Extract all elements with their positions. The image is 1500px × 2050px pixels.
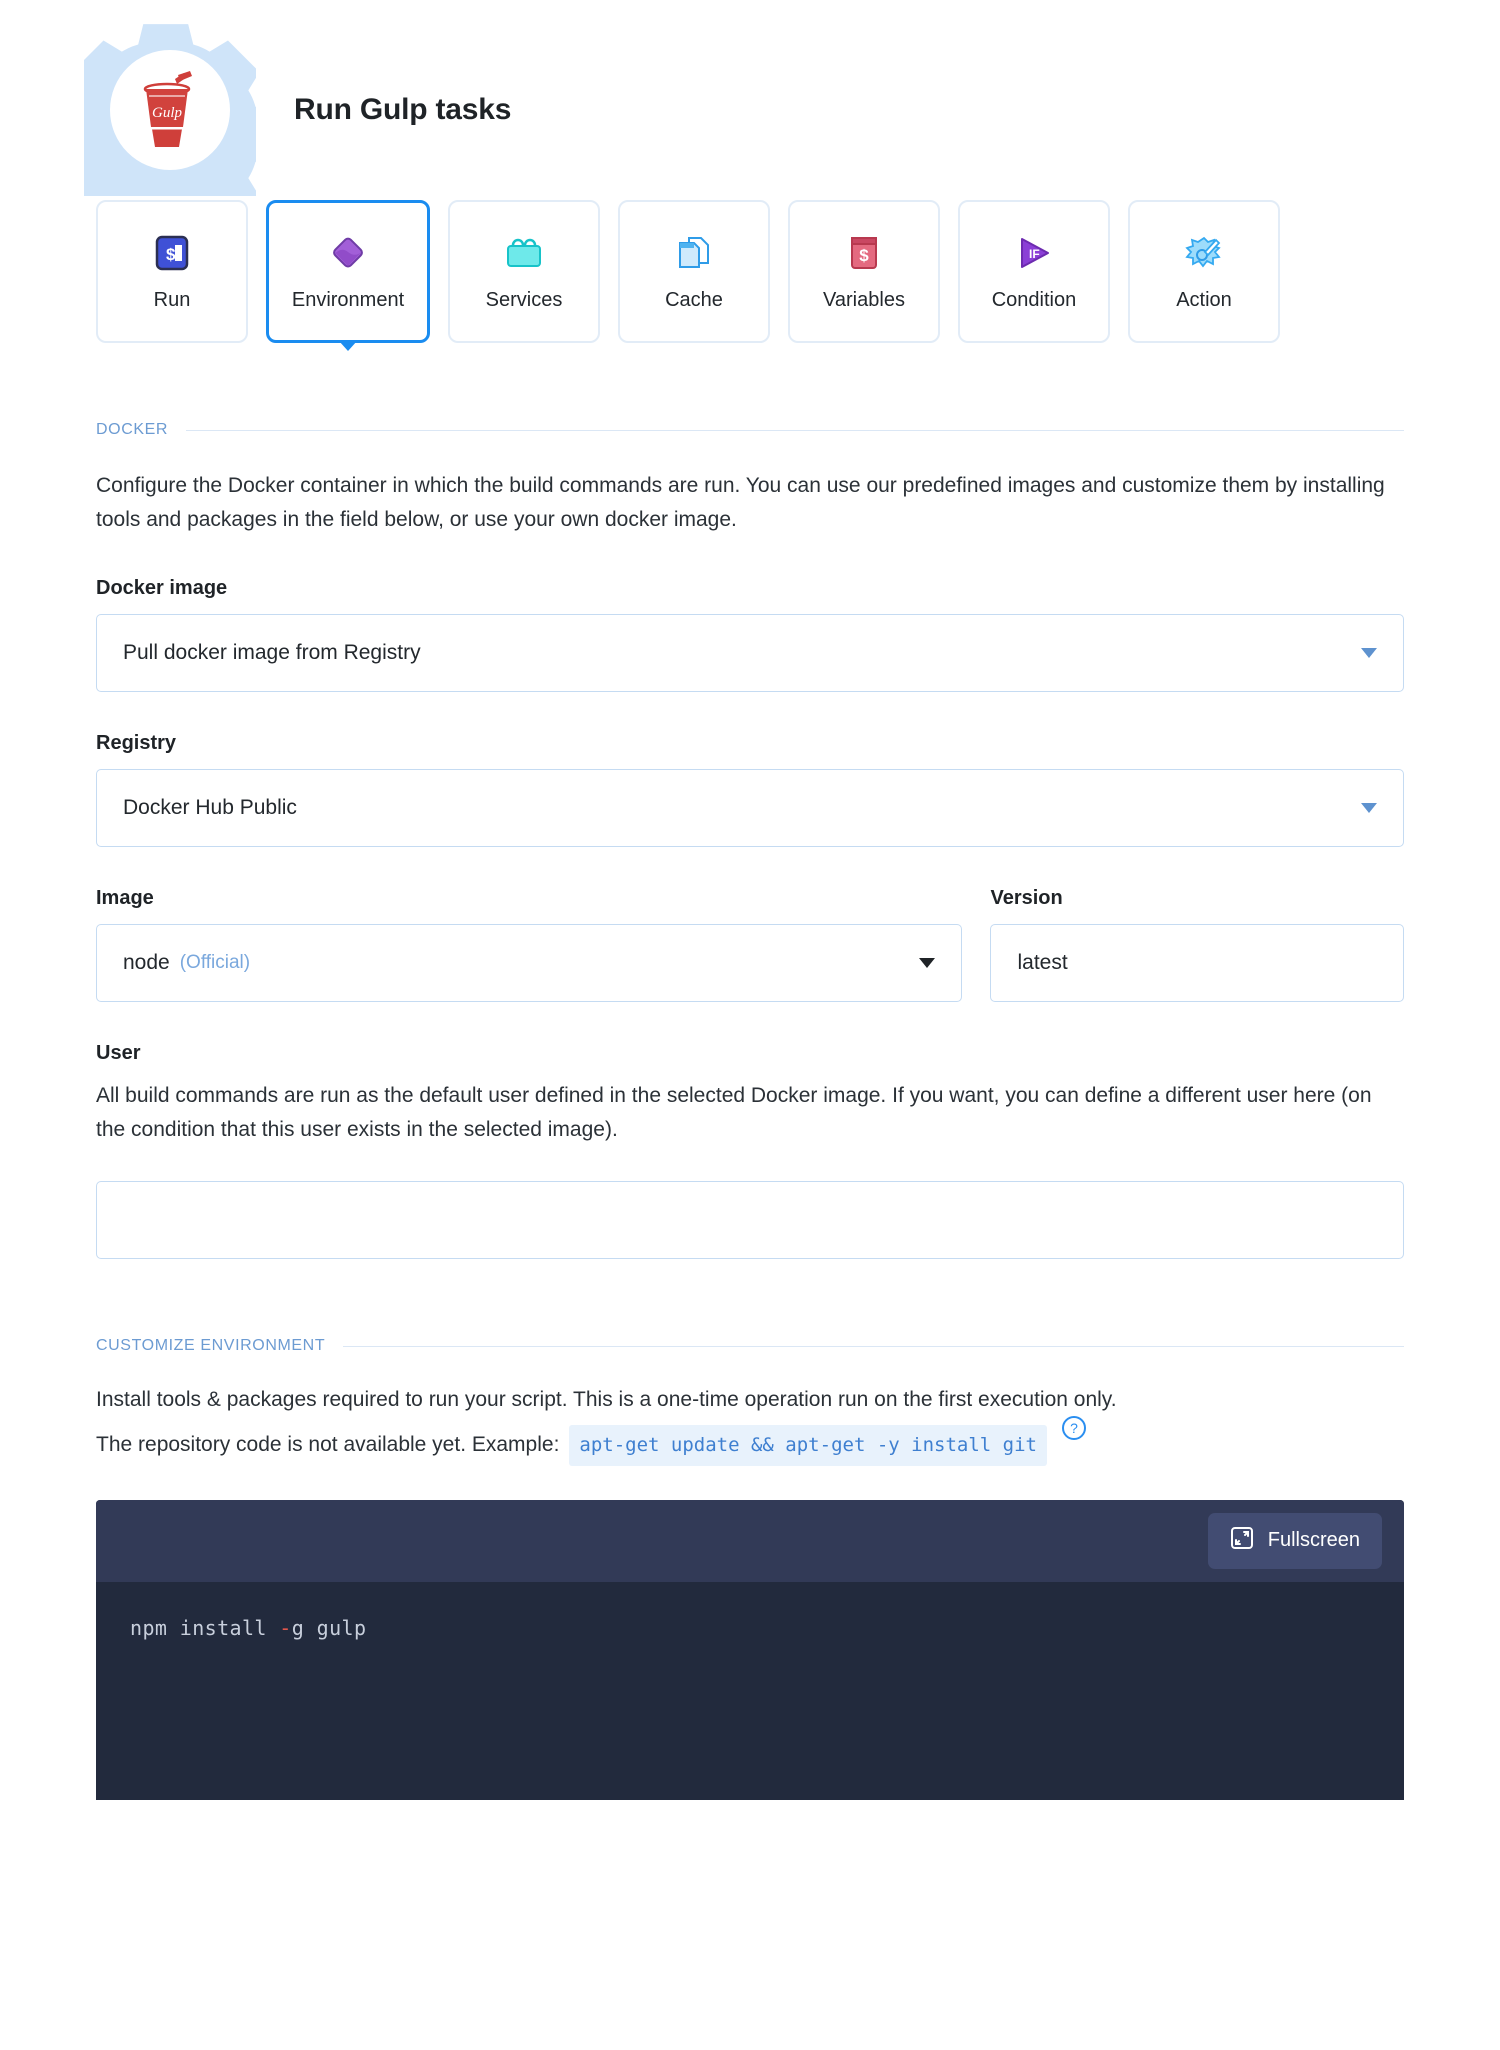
tab-label: Services: [485, 289, 563, 311]
version-input[interactable]: latest: [990, 924, 1404, 1003]
docker-description: Configure the Docker container in which …: [96, 474, 1385, 532]
user-label: User: [96, 1042, 141, 1065]
customize-script-editor[interactable]: Fullscreen npm install -g gulp: [96, 1499, 1404, 1800]
image-field-group: Image node (Official): [96, 847, 963, 1003]
section-divider: [186, 429, 1404, 431]
tab-label: Condition: [991, 289, 1077, 311]
settings-tabs: $ Run Environment Services Cache $ Varia…: [0, 200, 1500, 351]
tab-run[interactable]: $ Run: [96, 200, 248, 343]
image-label: Image: [96, 887, 154, 910]
code-dash: -: [279, 1615, 292, 1640]
chevron-down-icon: [919, 958, 936, 969]
customize-section-title: CUSTOMIZE ENVIRONMENT: [96, 1337, 326, 1355]
active-tab-pointer: [339, 341, 357, 351]
docker-image-select[interactable]: Pull docker image from Registry: [96, 614, 1404, 693]
fullscreen-expand-icon: [1230, 1526, 1254, 1556]
cache-file-icon: [672, 231, 716, 275]
registry-select[interactable]: Docker Hub Public: [96, 769, 1404, 848]
docker-image-value: Pull docker image from Registry: [123, 641, 421, 665]
fullscreen-button[interactable]: Fullscreen: [1207, 1512, 1382, 1569]
chevron-down-icon: [1361, 803, 1377, 814]
tab-condition[interactable]: IF Condition: [958, 200, 1110, 343]
user-description: All build commands are run as the defaul…: [96, 1084, 1372, 1142]
chevron-down-icon: [1361, 648, 1377, 659]
image-official-badge: (Official): [179, 952, 251, 974]
user-input[interactable]: [96, 1181, 1404, 1260]
image-select[interactable]: node (Official): [96, 924, 963, 1003]
image-value: node: [123, 951, 170, 975]
gulp-logo-badge: Gulp: [84, 24, 256, 196]
tab-services[interactable]: Services: [448, 200, 600, 343]
environment-settings-page: Gulp Run Gulp tasks $ Run Environment Se…: [0, 0, 1500, 1800]
purple-diamond-icon: [326, 231, 370, 275]
svg-text:$: $: [166, 245, 176, 264]
tab-variables[interactable]: $ Variables: [788, 200, 940, 343]
image-version-row: Image node (Official) Version latest: [96, 847, 1404, 1003]
terminal-dollar-icon: $: [150, 231, 194, 275]
svg-text:Gulp: Gulp: [152, 105, 183, 121]
page-header: Gulp Run Gulp tasks: [0, 0, 1500, 196]
tab-label: Environment: [291, 289, 405, 311]
code-suffix: g gulp: [291, 1615, 367, 1640]
tab-label: Run: [153, 289, 191, 311]
services-bag-icon: [502, 231, 546, 275]
tab-cache[interactable]: Cache: [618, 200, 770, 343]
condition-if-icon: IF: [1012, 231, 1056, 275]
fullscreen-label: Fullscreen: [1267, 1529, 1360, 1552]
customize-description-line2: The repository code is not available yet…: [96, 1433, 560, 1457]
editor-code-area[interactable]: npm install -g gulp: [96, 1582, 1404, 1640]
customize-description-line1: Install tools & packages required to run…: [96, 1388, 1117, 1412]
tab-environment[interactable]: Environment: [266, 200, 430, 351]
svg-text:?: ?: [1070, 1420, 1078, 1436]
magic-wand-icon: [1182, 231, 1226, 275]
tab-action[interactable]: Action: [1128, 200, 1280, 343]
help-circle-icon[interactable]: ?: [1061, 1415, 1087, 1452]
version-field-group: Version latest: [990, 847, 1404, 1003]
example-code: apt-get update && apt-get -y install git: [569, 1425, 1047, 1466]
settings-content: DOCKER Configure the Docker container in…: [0, 421, 1500, 1800]
version-label: Version: [990, 887, 1063, 910]
tab-label: Cache: [665, 289, 723, 311]
docker-image-label: Docker image: [96, 577, 228, 600]
svg-text:IF: IF: [1029, 247, 1040, 261]
editor-toolbar: Fullscreen: [96, 1499, 1404, 1582]
tab-label: Variables: [823, 289, 905, 311]
tab-label: Action: [1176, 289, 1232, 311]
page-title: Run Gulp tasks: [294, 93, 512, 126]
customize-section-header: CUSTOMIZE ENVIRONMENT: [96, 1337, 1404, 1355]
version-value: latest: [1017, 951, 1068, 975]
customize-example-line: The repository code is not available yet…: [96, 1416, 1404, 1466]
docker-section-header: DOCKER: [96, 421, 1404, 439]
code-prefix: npm install: [130, 1615, 280, 1640]
variables-book-icon: $: [842, 231, 886, 275]
gulp-logo-icon: Gulp: [143, 71, 192, 147]
section-divider: [343, 1345, 1404, 1347]
docker-section-title: DOCKER: [96, 421, 169, 438]
registry-value: Docker Hub Public: [123, 796, 297, 820]
svg-text:$: $: [859, 246, 869, 265]
registry-label: Registry: [96, 732, 177, 755]
